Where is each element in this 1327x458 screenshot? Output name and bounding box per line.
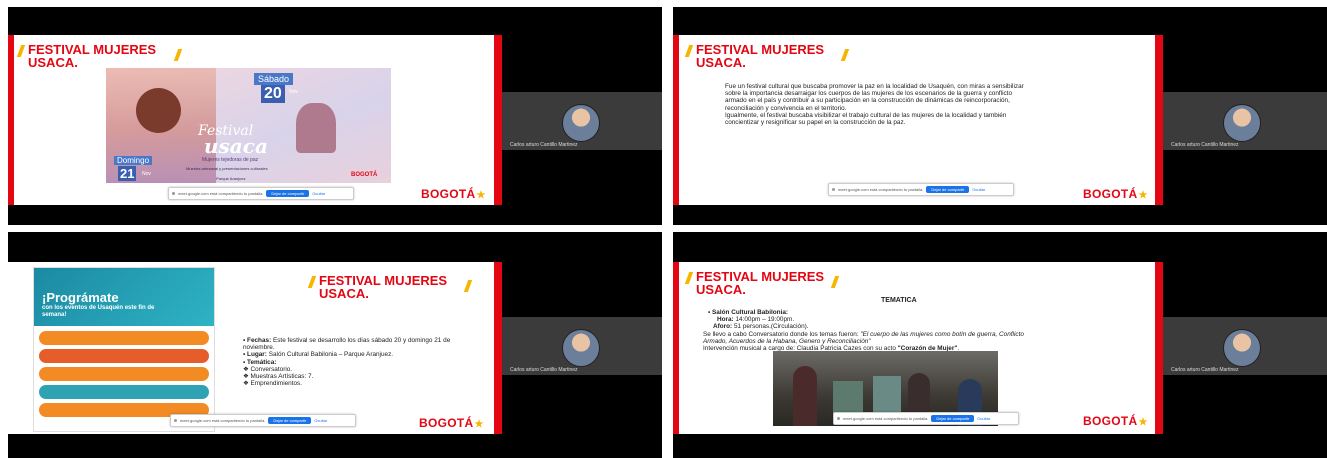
screen-top-right: FESTIVAL MUJERES USACA. Fue un festival … [673,7,1327,225]
share-message: meet.google.com está compartiendo tu pan… [178,191,264,196]
star-icon: ★ [1138,417,1148,428]
bogota-logo: BOGOTÁ★ [421,187,486,201]
poster-venue: Parque Aranjuez [216,176,246,181]
poster-sunday-number: 21 [118,166,137,181]
poster-activity: Muestra artesanal y presentaciones cultu… [186,166,268,171]
slide-title: FESTIVAL MUJERES USACA. [28,42,157,70]
title-accent-mark [16,45,26,57]
slide-paragraph: Fue un festival cultural que buscaba pro… [725,83,1024,127]
sub-bullet-item: ❖ Muestras Artísticas: 7. [243,373,314,381]
program-flyer: ¡Prográmate con los eventos de Usaquén e… [33,267,215,432]
star-icon: ★ [474,419,484,430]
participant-name: Carlos arturo Cantillo Martinez [1171,367,1239,373]
slide-details: ▪ Salón Cultural Babilonia: Hora: 14:00p… [703,309,1024,353]
stop-sharing-button[interactable]: Dejar de compartir [268,417,312,424]
bogota-logo: BOGOTÁ★ [1083,187,1148,201]
bullet-item: ▪ Temática: [243,358,277,366]
bogota-logo: BOGOTÁ★ [419,416,484,430]
poster-logo: BOGOTÁ [351,172,378,178]
sub-bullet-item: ❖ Emprendimientos. [243,380,303,388]
stop-sharing-button[interactable]: Dejar de compartir [931,415,975,422]
participant-name: Carlos arturo Cantillo Martinez [1171,142,1239,148]
poster-subtitle: Mujeres tejedoras de paz [202,157,259,163]
share-message: meet.google.com está compartiendo tu pan… [838,187,924,192]
share-indicator-icon [174,419,177,422]
hide-share-bar-button[interactable]: Ocultar [314,418,327,423]
title-accent-mark [684,45,694,57]
poster-day-number: 20 [261,85,285,103]
title-accent-mark [173,49,183,61]
star-icon: ★ [1138,190,1148,201]
flyer-subtitle: con los eventos de Usaquén este fin de s… [42,305,155,318]
title-accent-mark [307,276,317,288]
participant-name: Carlos arturo Cantillo Martinez [510,367,578,373]
slide-accent-bar [673,262,679,434]
participant-tile: Carlos arturo Cantillo Martinez [502,317,662,375]
participant-tile: Carlos arturo Cantillo Martinez [502,92,662,150]
slide-accent-bar [494,262,502,434]
screen-share-bar: meet.google.com está compartiendo tu pan… [828,183,1014,196]
share-message: meet.google.com está compartiendo tu pan… [843,416,929,421]
screen-share-bar: meet.google.com está compartiendo tu pan… [170,414,356,427]
participant-avatar [1223,104,1261,142]
title-accent-mark [830,276,840,288]
share-message: meet.google.com está compartiendo tu pan… [180,418,266,423]
poster-day-label: Sábado [254,73,294,85]
slide-accent-bar [494,35,502,205]
title-accent-mark [684,272,694,284]
slide-accent-bar [1155,35,1163,205]
participant-avatar [1223,329,1261,367]
screen-bottom-left: ¡Prográmate con los eventos de Usaquén e… [8,232,662,458]
stop-sharing-button[interactable]: Dejar de compartir [266,190,310,197]
participant-avatar [562,329,600,367]
title-accent-mark [463,280,473,292]
sub-bullet-item: ❖ Conversatorio. [243,365,293,373]
share-indicator-icon [832,188,835,191]
hide-share-bar-button[interactable]: Ocultar [972,187,985,192]
slide-title: FESTIVAL MUJERES USACA. [696,269,825,297]
presentation-slide: FESTIVAL MUJERES USACA. TEMATICA ▪ Salón… [673,262,1163,434]
title-accent-mark [840,49,850,61]
poster-usaca-word: usaca [204,134,268,158]
bogota-logo: BOGOTÁ★ [1083,414,1148,428]
participant-name: Carlos arturo Cantillo Martinez [510,142,578,148]
presentation-slide: FESTIVAL MUJERES USACA. Fue un festival … [673,35,1163,205]
festival-poster: Sábado 20 Nov Festival usaca Mujeres tej… [106,68,391,183]
slide-bullets: ▪ Fechas: Este festival se desarrollo lo… [243,337,458,387]
poster-sunday-month: Nov [142,171,151,177]
poster-month: Nov [289,89,298,95]
screen-share-bar: meet.google.com está compartiendo tu pan… [833,412,1019,425]
share-indicator-icon [172,192,175,195]
slide-accent-bar [673,35,679,205]
presentation-slide: ¡Prográmate con los eventos de Usaquén e… [8,262,502,434]
slide-title: FESTIVAL MUJERES USACA. [319,273,448,301]
slide-accent-bar [1155,262,1163,434]
star-icon: ★ [476,190,486,201]
slide-accent-bar [8,35,14,205]
slide-heading: TEMATICA [881,297,917,304]
screen-top-left: FESTIVAL MUJERES USACA. Sábado 20 Nov Fe… [8,7,662,225]
poster-sunday-label: Domingo [114,156,153,165]
screen-share-bar: meet.google.com está compartiendo tu pan… [168,187,354,200]
venue-label: Salón Cultural Babilonia: [712,309,789,316]
participant-avatar [562,104,600,142]
hide-share-bar-button[interactable]: Ocultar [977,416,990,421]
stop-sharing-button[interactable]: Dejar de compartir [926,186,970,193]
presentation-slide: FESTIVAL MUJERES USACA. Sábado 20 Nov Fe… [8,35,502,205]
participant-tile: Carlos arturo Cantillo Martinez [1163,317,1327,375]
flyer-title: ¡Prográmate [42,290,119,305]
bullet-item: ▪ Lugar: Salón Cultural Babilonia – Parq… [243,351,394,359]
participant-tile: Carlos arturo Cantillo Martinez [1163,92,1327,150]
share-indicator-icon [837,417,840,420]
hide-share-bar-button[interactable]: Ocultar [312,191,325,196]
slide-title: FESTIVAL MUJERES USACA. [696,42,825,70]
screen-bottom-right: FESTIVAL MUJERES USACA. TEMATICA ▪ Salón… [673,232,1327,458]
bullet-item: ▪ Fechas: Este festival se desarrollo lo… [243,337,451,352]
